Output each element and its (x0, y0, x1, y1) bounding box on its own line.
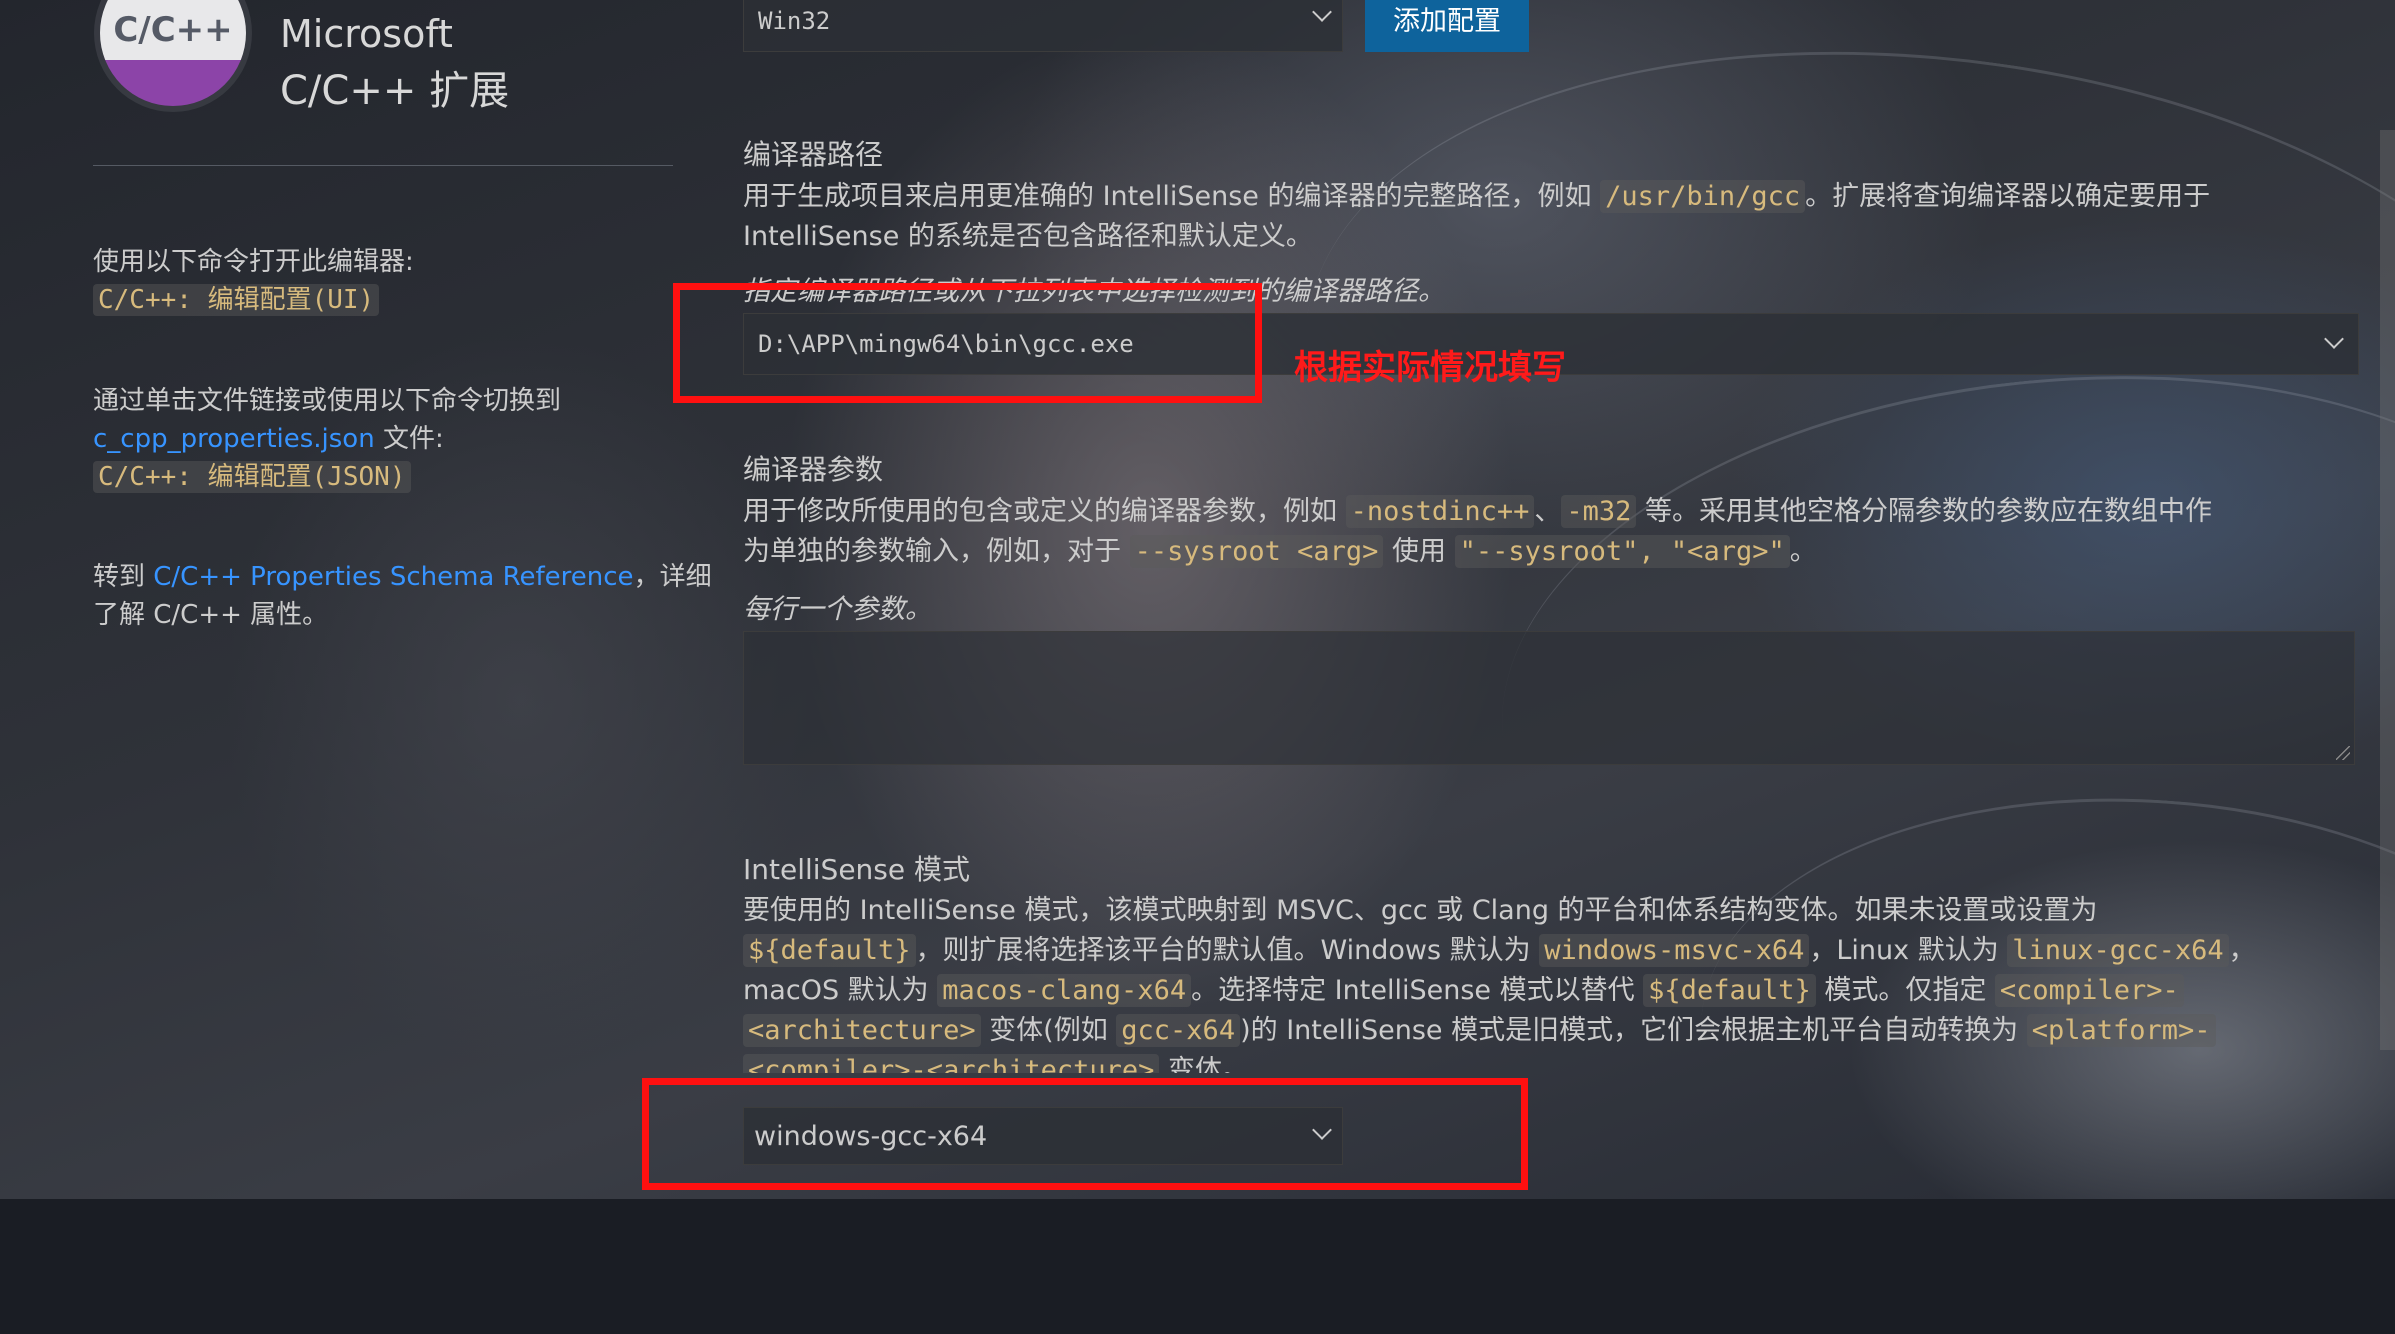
schema-reference-hint: 转到 C/C++ Properties Schema Reference，详细 … (93, 558, 712, 634)
intellisense-example: <platform>- (2026, 1014, 2216, 1047)
compiler-args-description: 用于修改所使用的包含或定义的编译器参数，例如 -nostdinc++、 -m32 … (743, 492, 2212, 572)
schema-reference-link[interactable]: C/C++ Properties Schema Reference (153, 562, 633, 592)
open-editor-hint: 使用以下命令打开此编辑器: C/C++: 编辑配置(UI) (93, 243, 414, 319)
brand-subtitle: C/C++ 扩展 (280, 68, 510, 114)
intellisense-mode-description: 要使用的 IntelliSense 模式，该模式映射到 MSVC、gcc 或 C… (743, 891, 2256, 1073)
intellisense-desc-text: 变体。 (1159, 1055, 1249, 1073)
add-configuration-button[interactable]: 添加配置 (1365, 0, 1529, 52)
intellisense-example: <compiler>- (1994, 974, 2184, 1007)
goto-text-line2: 了解 C/C++ 属性。 (93, 600, 329, 630)
brand-title: Microsoft (280, 12, 453, 56)
intellisense-desc-text: ，Linux 默认为 (1809, 935, 2008, 966)
sidebar-divider (93, 165, 673, 166)
compiler-args-desc-text: 等。采用其他空格分隔参数的参数应在数组中作 (1636, 496, 2213, 527)
intellisense-desc-text: 模式。仅指定 (1815, 975, 1995, 1006)
resize-grip-icon[interactable] (2336, 746, 2350, 760)
compiler-args-example: "--sysroot", "<arg>" (1454, 535, 1790, 568)
json-file-link[interactable]: c_cpp_properties.json (93, 424, 375, 454)
logo-text: C/C++ (113, 10, 233, 50)
chevron-down-icon[interactable] (2324, 329, 2344, 349)
compiler-path-example: /usr/bin/gcc (1600, 180, 1806, 213)
compiler-args-desc-text: 用于修改所使用的包含或定义的编译器参数，例如 (743, 496, 1346, 527)
switch-text: 通过单击文件链接或使用以下命令切换到 (93, 386, 562, 416)
goto-text-suffix: ，详细 (633, 562, 712, 592)
intellisense-desc-text: ，则扩展将选择该平台的默认值。Windows 默认为 (915, 935, 1540, 966)
logo-band (100, 56, 246, 106)
compiler-args-example: -m32 (1561, 495, 1637, 528)
switch-text-suffix: 文件: (374, 424, 444, 454)
compiler-args-title: 编译器参数 (743, 453, 884, 486)
open-editor-command: C/C++: 编辑配置(UI) (93, 284, 380, 316)
intellisense-example: ${default} (1643, 974, 1816, 1007)
intellisense-desc-text: )的 IntelliSense 模式是旧模式，它们会根据主机平台自动转换为 (1240, 1015, 2027, 1046)
intellisense-desc-text: 变体(例如 (980, 1015, 1117, 1046)
switch-json-command: C/C++: 编辑配置(JSON) (93, 461, 411, 493)
compiler-path-title: 编译器路径 (743, 138, 884, 171)
compiler-path-desc-text: IntelliSense 的系统是否包含路径和默认定义。 (743, 221, 1313, 252)
intellisense-example: gcc-x64 (1116, 1014, 1241, 1047)
switch-json-hint: 通过单击文件链接或使用以下命令切换到 c_cpp_properties.json… (93, 382, 561, 496)
intellisense-example: windows-msvc-x64 (1539, 934, 1810, 967)
intellisense-example: <architecture> (743, 1014, 981, 1047)
intellisense-desc-text: ， (2228, 935, 2256, 966)
vertical-scrollbar[interactable] (2380, 130, 2395, 1050)
intellisense-example: ${default} (743, 934, 916, 967)
annotation-highlight-box (673, 283, 1262, 403)
open-editor-text: 使用以下命令打开此编辑器: (93, 247, 414, 277)
compiler-args-example: -nostdinc++ (1345, 495, 1535, 528)
intellisense-mode-title: IntelliSense 模式 (743, 853, 971, 886)
intellisense-example: <compiler>-<architecture> (743, 1054, 1160, 1073)
intellisense-desc-text: macOS 默认为 (743, 975, 938, 1006)
configuration-value: Win32 (758, 7, 831, 35)
intellisense-desc-text: 要使用的 IntelliSense 模式，该模式映射到 MSVC、gcc 或 C… (743, 895, 2098, 926)
annotation-label: 根据实际情况填写 (1294, 348, 1566, 388)
configuration-select[interactable]: Win32 (743, 0, 1343, 52)
compiler-args-desc-text: 。 (1789, 536, 1817, 567)
intellisense-desc-text: 。选择特定 IntelliSense 模式以替代 (1191, 975, 1644, 1006)
compiler-args-example: --sysroot <arg> (1129, 535, 1384, 568)
compiler-args-hint: 每行一个参数。 (743, 594, 932, 625)
compiler-args-desc-text: 使用 (1383, 536, 1455, 567)
chevron-down-icon (1312, 2, 1332, 22)
cpp-logo: C/C++ (100, 0, 246, 106)
compiler-path-desc-text: 。扩展将查询编译器以确定要用于 (1805, 181, 2211, 212)
compiler-path-desc-text: 用于生成项目来启用更准确的 IntelliSense 的编译器的完整路径，例如 (743, 181, 1601, 212)
intellisense-example: macos-clang-x64 (937, 974, 1192, 1007)
compiler-args-textarea[interactable] (743, 631, 2355, 765)
intellisense-example: linux-gcc-x64 (2007, 934, 2229, 967)
compiler-path-description: 用于生成项目来启用更准确的 IntelliSense 的编译器的完整路径，例如 … (743, 177, 2210, 257)
compiler-args-desc-text: 、 (1534, 496, 1562, 527)
compiler-args-desc-text: 为单独的参数输入，例如，对于 (743, 536, 1130, 567)
goto-text: 转到 (93, 562, 154, 592)
annotation-highlight-box (642, 1078, 1528, 1190)
